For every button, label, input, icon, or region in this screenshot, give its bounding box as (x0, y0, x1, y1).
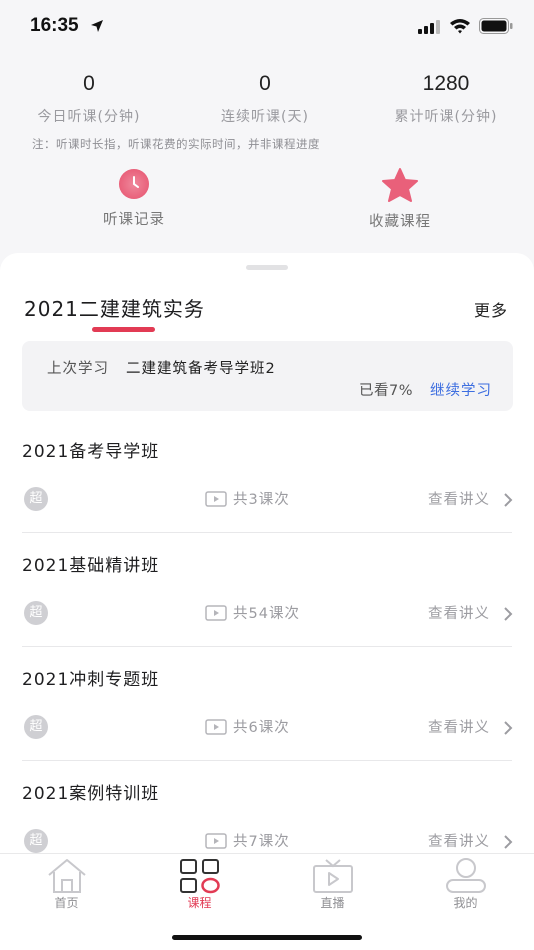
video-icon (205, 833, 227, 853)
stat-today-value: 0 (83, 72, 95, 95)
tab-courses[interactable]: 课程 (133, 854, 266, 914)
sheet-drag-handle[interactable] (246, 265, 288, 270)
tab-live[interactable]: 直播 (266, 854, 399, 914)
stats-note: 注：听课时长指，听课花费的实际时间，并非课程进度 (32, 137, 320, 151)
class-name: 2021备考导学班 (22, 442, 160, 462)
view-handout-button[interactable]: 查看讲义 (428, 830, 490, 851)
stat-total-value: 1280 (422, 72, 470, 95)
chevron-right-icon (503, 492, 513, 511)
continue-study-button[interactable]: 继续学习 (430, 379, 492, 400)
chevron-right-icon (503, 720, 513, 739)
class-item[interactable]: 2021备考导学班 超 共3课次 查看讲义 (0, 419, 534, 533)
last-study-label: 上次学习 (47, 361, 109, 377)
video-icon (205, 491, 227, 511)
class-item[interactable]: 2021冲刺专题班 超 共6课次 查看讲义 (0, 647, 534, 761)
class-name: 2021基础精讲班 (22, 556, 160, 576)
home-indicator (172, 935, 362, 940)
chevron-right-icon (503, 834, 513, 853)
favorite-courses-label: 收藏课程 (369, 214, 431, 230)
video-icon (205, 719, 227, 739)
stat-streak-label: 连续听课(天) (221, 109, 309, 125)
tv-icon (312, 858, 354, 898)
wifi-icon (449, 18, 471, 38)
class-badge: 超 (24, 487, 48, 511)
class-item[interactable]: 2021案例特训班 超 共7课次 查看讲义 (0, 761, 534, 853)
battery-icon (479, 18, 513, 38)
tab-home[interactable]: 首页 (0, 854, 133, 914)
profile-icon (445, 858, 487, 898)
video-icon (205, 605, 227, 625)
view-handout-button[interactable]: 查看讲义 (428, 716, 490, 737)
tab-live-label: 直播 (320, 896, 345, 910)
listening-history-button[interactable]: 听课记录 (54, 168, 214, 229)
stat-total: 1280 累计听课(分钟) (357, 70, 534, 126)
tab-profile[interactable]: 我的 (399, 854, 532, 914)
home-icon (46, 858, 88, 898)
clock-icon (116, 169, 152, 204)
watched-progress: 已看7% (358, 383, 413, 399)
class-item[interactable]: 2021基础精讲班 超 共54课次 查看讲义 (0, 533, 534, 647)
stat-streak-value: 0 (259, 72, 271, 95)
last-study-card[interactable]: 上次学习 二建建筑备考导学班2 已看7% 继续学习 (22, 341, 513, 411)
last-study-name: 二建建筑备考导学班2 (126, 361, 276, 377)
tab-profile-label: 我的 (453, 896, 478, 910)
star-icon (380, 168, 420, 206)
tab-home-label: 首页 (54, 896, 79, 910)
listening-history-label: 听课记录 (103, 212, 165, 228)
cellular-signal-icon (418, 19, 442, 38)
view-handout-button[interactable]: 查看讲义 (428, 602, 490, 623)
location-arrow-icon (90, 18, 104, 37)
course-sheet: 2021二建建筑实务 更多 上次学习 二建建筑备考导学班2 已看7% 继续学习 … (0, 253, 534, 853)
lesson-count: 共54课次 (233, 606, 300, 622)
stat-today: 0 今日听课(分钟) (0, 70, 178, 126)
stat-total-label: 累计听课(分钟) (394, 109, 498, 125)
course-grid-icon (179, 858, 221, 898)
status-bar: 16:35 (0, 0, 534, 54)
class-name: 2021案例特训班 (22, 784, 160, 804)
tab-courses-label: 课程 (187, 896, 212, 910)
class-name: 2021冲刺专题班 (22, 670, 160, 690)
course-title-underline (92, 327, 155, 332)
course-title: 2021二建建筑实务 (24, 297, 205, 321)
class-badge: 超 (24, 715, 48, 739)
view-handout-button[interactable]: 查看讲义 (428, 488, 490, 509)
status-time: 16:35 (30, 15, 79, 36)
lesson-count: 共6课次 (233, 720, 290, 736)
lesson-count: 共7课次 (233, 834, 290, 850)
favorite-courses-button[interactable]: 收藏课程 (320, 168, 480, 231)
more-button[interactable]: 更多 (474, 297, 508, 321)
stat-streak: 0 连续听课(天) (176, 70, 354, 126)
chevron-right-icon (503, 606, 513, 625)
class-badge: 超 (24, 601, 48, 625)
class-badge: 超 (24, 829, 48, 853)
lesson-count: 共3课次 (233, 492, 290, 508)
stat-today-label: 今日听课(分钟) (37, 109, 141, 125)
